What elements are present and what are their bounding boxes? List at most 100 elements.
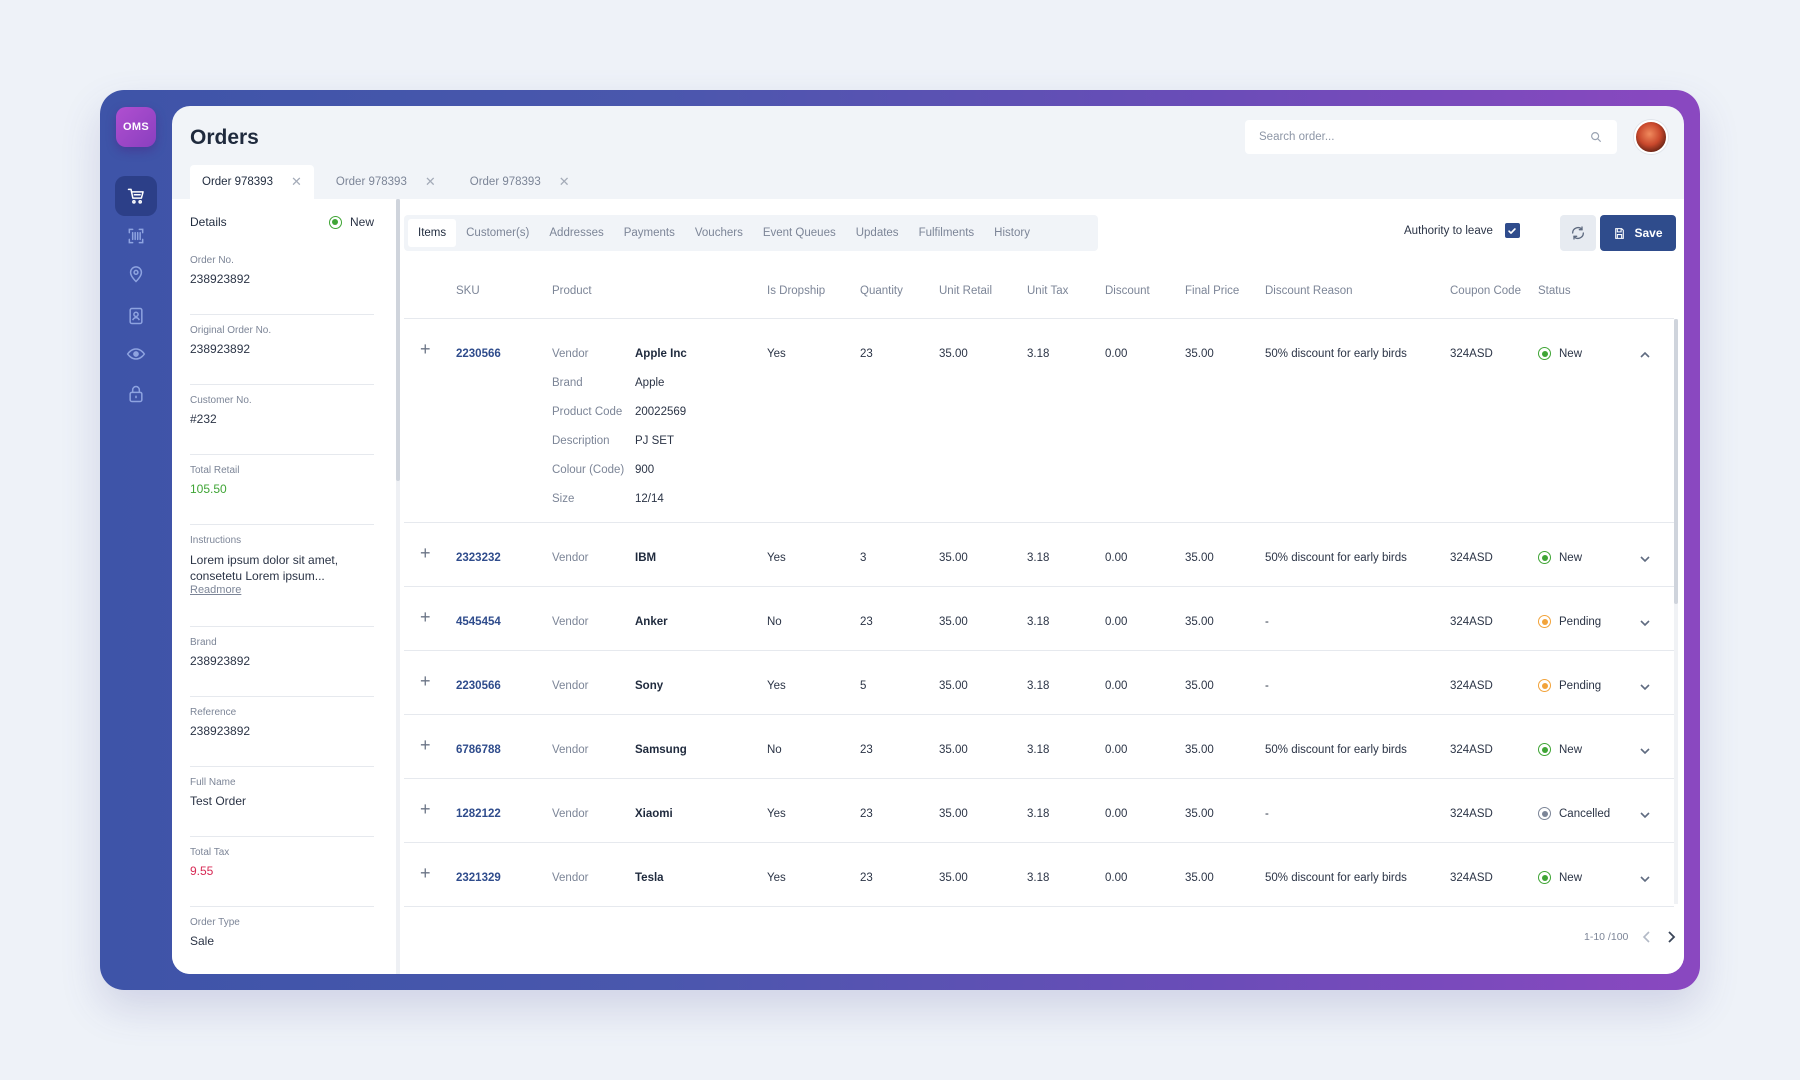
authority-checkbox[interactable] (1504, 223, 1520, 238)
search-input[interactable]: Search order... (1245, 120, 1617, 154)
cell-dropship: Yes (767, 348, 786, 360)
scrollbar-thumb[interactable] (396, 199, 400, 481)
cell-sku[interactable]: 1282122 (456, 808, 501, 820)
cell-sku[interactable]: 4545454 (456, 616, 501, 628)
field-customer-no: Customer No. #232 (190, 385, 374, 455)
close-icon[interactable]: ✕ (559, 174, 570, 190)
rail-location-button[interactable] (115, 254, 157, 294)
chevron-down-icon[interactable] (1638, 552, 1652, 566)
tab-payments[interactable]: Payments (614, 219, 685, 247)
chevron-down-icon[interactable] (1638, 616, 1652, 630)
rail-contacts-button[interactable] (115, 296, 157, 336)
field-value: 238923892 (190, 342, 251, 356)
cell-vendor-label: Vendor (552, 808, 589, 820)
cell-dropship: Yes (767, 680, 786, 692)
table-row[interactable]: +2323232 Vendor IBM Yes 3 35.00 3.18 0.00 35.00 5… (404, 523, 1674, 587)
cell-coupon-code: 324ASD (1450, 744, 1493, 756)
tab-event-queues[interactable]: Event Queues (753, 219, 846, 247)
status-badge: Pending (1538, 679, 1601, 692)
col-final-price[interactable]: Final Price (1185, 285, 1239, 297)
field-value: 238923892 (190, 724, 251, 738)
field-value: 238923892 (190, 272, 251, 286)
rail-security-button[interactable] (115, 374, 157, 414)
field-order-type: Order Type Sale (190, 907, 374, 974)
chevron-down-icon[interactable] (1638, 808, 1652, 822)
rail-view-button[interactable] (115, 334, 157, 374)
tab-customers[interactable]: Customer(s) (456, 219, 539, 247)
col-product[interactable]: Product (552, 285, 592, 297)
cell-vendor-label: Vendor (552, 552, 589, 564)
table-row[interactable]: +4545454 Vendor Anker No 23 35.00 3.18 0.00 35.0… (404, 587, 1674, 651)
cell-final-price: 35.00 (1185, 872, 1214, 884)
cell-unit-tax: 3.18 (1027, 808, 1050, 820)
attribute-value: Apple (635, 377, 665, 389)
tab-history[interactable]: History (984, 219, 1040, 247)
save-button[interactable]: Save (1600, 215, 1676, 251)
col-discount-reason[interactable]: Discount Reason (1265, 285, 1353, 297)
col-dropship[interactable]: Is Dropship (767, 285, 825, 297)
details-scrollbar[interactable] (396, 199, 400, 974)
scrollbar-thumb[interactable] (1674, 319, 1678, 604)
tab-items[interactable]: Items (408, 219, 457, 247)
close-icon[interactable]: ✕ (291, 174, 302, 190)
app-logo[interactable]: OMS (116, 107, 156, 147)
readmore-link[interactable]: Readmore (190, 584, 374, 596)
chevron-right-icon[interactable] (1666, 931, 1676, 943)
tab-vouchers[interactable]: Vouchers (685, 219, 753, 247)
chevron-down-icon[interactable] (1638, 872, 1652, 886)
cell-sku[interactable]: 2323232 (456, 552, 501, 564)
tab-order-3[interactable]: Order 978393 ✕ (458, 165, 582, 199)
expand-plus-icon[interactable]: + (420, 799, 431, 820)
field-instructions: Instructions Lorem ipsum dolor sit amet,… (190, 525, 374, 627)
col-coupon-code[interactable]: Coupon Code (1450, 285, 1521, 297)
col-status[interactable]: Status (1538, 285, 1571, 297)
expand-plus-icon[interactable]: + (420, 863, 431, 884)
col-sku[interactable]: SKU (456, 285, 480, 297)
col-discount[interactable]: Discount (1105, 285, 1150, 297)
col-unit-tax[interactable]: Unit Tax (1027, 285, 1068, 297)
tab-order-1[interactable]: Order 978393 ✕ (190, 165, 314, 199)
chevron-up-icon[interactable] (1638, 348, 1652, 362)
field-label: Order Type (190, 917, 240, 928)
table-row[interactable]: +2321329 Vendor Tesla Yes 23 35.00 3.18 0.00 35.… (404, 843, 1674, 907)
rail-scan-button[interactable] (115, 216, 157, 256)
chevron-left-icon[interactable] (1642, 931, 1652, 943)
cell-unit-retail: 35.00 (939, 680, 968, 692)
table-row[interactable]: +2230566 Vendor Apple Inc Yes 23 35.00 3.18 0.0… (404, 319, 1674, 523)
cell-vendor-name: Tesla (635, 872, 664, 884)
tab-fulfilments[interactable]: Fulfilments (909, 219, 985, 247)
tab-updates[interactable]: Updates (846, 219, 909, 247)
chevron-down-icon[interactable] (1638, 744, 1652, 758)
refresh-button[interactable] (1560, 215, 1596, 251)
cell-sku[interactable]: 6786788 (456, 744, 501, 756)
col-unit-retail[interactable]: Unit Retail (939, 285, 992, 297)
tab-addresses[interactable]: Addresses (539, 219, 613, 247)
refresh-icon (1572, 226, 1584, 240)
attribute-value: PJ SET (635, 435, 674, 447)
close-icon[interactable]: ✕ (425, 174, 436, 190)
status-badge: New (1538, 551, 1582, 564)
expand-plus-icon[interactable]: + (420, 671, 431, 692)
table-row[interactable]: +1282122 Vendor Xiaomi Yes 23 35.00 3.18 0.00 35… (404, 779, 1674, 843)
section-tabs: Items Customer(s) Addresses Payments Vou… (404, 215, 1098, 251)
table-row[interactable]: +2230566 Vendor Sony Yes 5 35.00 3.18 0.00 35.00… (404, 651, 1674, 715)
cell-sku[interactable]: 2230566 (456, 680, 501, 692)
authority-to-leave[interactable]: Authority to leave (1404, 223, 1520, 238)
rail-orders-button[interactable] (115, 176, 157, 216)
expand-plus-icon[interactable]: + (420, 607, 431, 628)
expand-plus-icon[interactable]: + (420, 543, 431, 564)
barcode-scan-icon (128, 228, 144, 244)
cell-sku[interactable]: 2321329 (456, 872, 501, 884)
table-scrollbar[interactable] (1674, 319, 1678, 904)
field-original-order-no: Original Order No. 238923892 (190, 315, 374, 385)
cell-sku[interactable]: 2230566 (456, 348, 501, 360)
tab-order-2[interactable]: Order 978393 ✕ (324, 165, 448, 199)
col-quantity[interactable]: Quantity (860, 285, 903, 297)
expand-plus-icon[interactable]: + (420, 339, 431, 360)
chevron-down-icon[interactable] (1638, 680, 1652, 694)
table-row[interactable]: +6786788 Vendor Samsung No 23 35.00 3.18 0.00 35… (404, 715, 1674, 779)
expand-plus-icon[interactable]: + (420, 735, 431, 756)
cell-unit-tax: 3.18 (1027, 616, 1050, 628)
search-icon[interactable] (1589, 130, 1603, 144)
avatar[interactable] (1634, 120, 1668, 154)
